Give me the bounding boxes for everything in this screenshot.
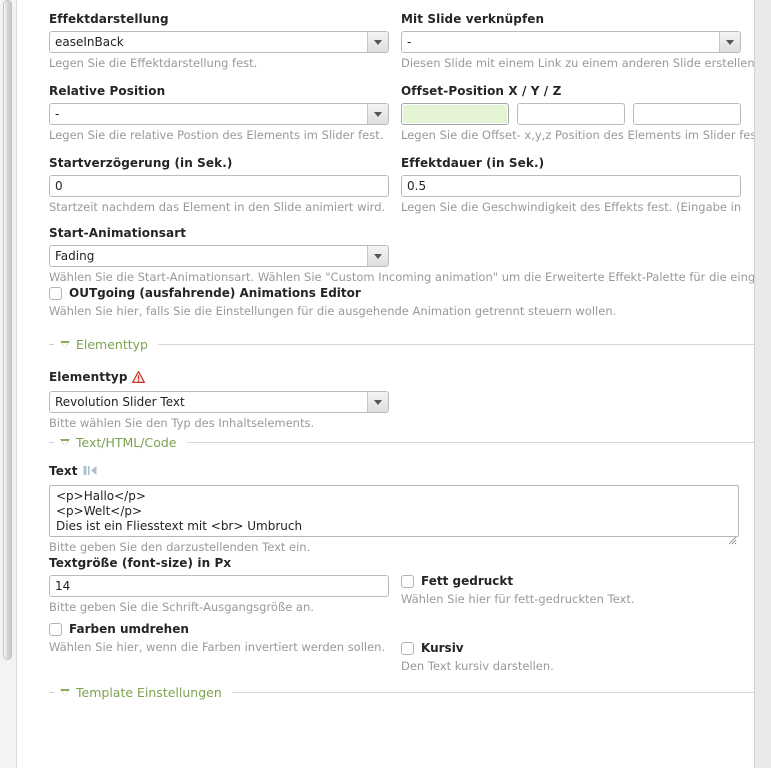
- chevron-down-icon[interactable]: [60, 688, 70, 696]
- field-element-type: Elementtyp Revolution Slider Text Bitte …: [49, 370, 389, 430]
- text-content-label: Text: [49, 464, 739, 481]
- chevron-down-icon[interactable]: [367, 32, 388, 52]
- effect-style-label: Effektdarstellung: [49, 12, 169, 26]
- element-type-select[interactable]: Revolution Slider Text: [49, 391, 389, 413]
- offset-x-input[interactable]: [401, 103, 509, 125]
- relative-position-select[interactable]: -: [49, 103, 389, 125]
- vertical-scrollbar-thumb[interactable]: [3, 0, 12, 660]
- bold-hint: Wählen Sie hier für fett-gedruckten Text…: [401, 592, 635, 606]
- legend-divider: [158, 343, 754, 345]
- effect-style-select[interactable]: easeInBack: [49, 31, 389, 53]
- chevron-down-icon[interactable]: [719, 32, 740, 52]
- font-size-input[interactable]: [49, 575, 389, 597]
- start-animation-select[interactable]: Fading: [49, 245, 389, 267]
- field-italic: Kursiv Den Text kursiv darstellen.: [401, 641, 741, 673]
- field-offset-position: Offset-Position X / Y / Z Legen Sie die …: [401, 84, 755, 142]
- italic-checkbox-row[interactable]: Kursiv: [401, 641, 741, 656]
- offset-position-inputs: [401, 103, 741, 125]
- field-effect-duration: Effektdauer (in Sek.) Legen Sie die Gesc…: [401, 156, 741, 214]
- field-font-size: Textgröße (font-size) in Px Bitte geben …: [49, 556, 389, 614]
- offset-position-label: Offset-Position X / Y / Z: [401, 84, 562, 98]
- vertical-scrollbar-track[interactable]: [0, 0, 17, 768]
- italic-hint: Den Text kursiv darstellen.: [401, 659, 554, 673]
- start-animation-hint: Wählen Sie die Start-Animationsart. Wähl…: [49, 270, 755, 284]
- section-template-settings-label: Template Einstellungen: [76, 684, 222, 700]
- section-template-settings-header[interactable]: Template Einstellungen: [49, 684, 754, 700]
- section-text-html-code-label: Text/HTML/Code: [76, 434, 177, 450]
- section-elementtyp-label: Elementtyp: [76, 336, 148, 352]
- settings-panel: Effektdarstellung easeInBack Legen Sie d…: [17, 0, 755, 768]
- legend-dash: [49, 343, 54, 345]
- relative-position-value: -: [55, 107, 60, 121]
- section-text-html-code-header[interactable]: Text/HTML/Code: [49, 434, 754, 450]
- chevron-down-icon[interactable]: [367, 246, 388, 266]
- start-delay-label: Startverzögerung (in Sek.): [49, 156, 233, 170]
- bold-checkbox-row[interactable]: Fett gedruckt: [401, 574, 741, 589]
- relative-position-hint: Legen Sie die relative Postion des Eleme…: [49, 128, 384, 142]
- right-gutter: [756, 0, 771, 768]
- field-text-content: Text <p>Hallo</p> <p>Welt</p> Dies ist e…: [49, 464, 739, 554]
- field-start-delay: Startverzögerung (in Sek.) Startzeit nac…: [49, 156, 389, 214]
- start-delay-hint: Startzeit nachdem das Element in den Sli…: [49, 200, 386, 214]
- chevron-down-icon[interactable]: [367, 104, 388, 124]
- element-type-label: Elementtyp: [49, 370, 389, 387]
- application-frame: Effektdarstellung easeInBack Legen Sie d…: [0, 0, 771, 768]
- warning-triangle-icon: [131, 371, 145, 387]
- element-type-hint: Bitte wählen Sie den Typ des Inhaltselem…: [49, 416, 315, 430]
- invert-colors-hint: Wählen Sie hier, wenn die Farben inverti…: [49, 640, 386, 654]
- effect-duration-hint: Legen Sie die Geschwindigkeit des Effekt…: [401, 200, 742, 214]
- effect-duration-input[interactable]: [401, 175, 741, 197]
- legend-dash: [49, 441, 54, 443]
- link-slide-value: -: [407, 35, 412, 49]
- effect-style-value: easeInBack: [55, 35, 124, 49]
- legend-divider: [231, 691, 754, 693]
- field-outgoing-editor: OUTgoing (ausfahrende) Animations Editor…: [49, 286, 749, 318]
- offset-z-input[interactable]: [633, 103, 741, 125]
- legend-divider: [186, 441, 754, 443]
- text-content-label-text: Text: [49, 464, 78, 478]
- chevron-down-icon[interactable]: [60, 340, 70, 348]
- chevron-down-icon[interactable]: [367, 392, 388, 412]
- add-media-icon[interactable]: [83, 465, 97, 481]
- outgoing-editor-hint: Wählen Sie hier, falls Sie die Einstellu…: [49, 304, 617, 318]
- link-slide-select[interactable]: -: [401, 31, 741, 53]
- field-bold: Fett gedruckt Wählen Sie hier für fett-g…: [401, 574, 741, 606]
- relative-position-label: Relative Position: [49, 84, 166, 98]
- italic-label: Kursiv: [421, 641, 464, 655]
- chevron-down-icon[interactable]: [60, 438, 70, 446]
- bold-label: Fett gedruckt: [421, 574, 514, 588]
- field-relative-position: Relative Position - Legen Sie die relati…: [49, 84, 389, 142]
- field-invert-colors: Farben umdrehen Wählen Sie hier, wenn di…: [49, 622, 389, 654]
- settings-form: Effektdarstellung easeInBack Legen Sie d…: [17, 0, 755, 706]
- font-size-hint: Bitte geben Sie die Schrift-Ausgangsgröß…: [49, 600, 314, 614]
- start-delay-input[interactable]: [49, 175, 389, 197]
- link-slide-label: Mit Slide verknüpfen: [401, 12, 545, 26]
- field-start-animation: Start-Animationsart Fading Wählen Sie di…: [49, 226, 754, 284]
- element-type-value: Revolution Slider Text: [55, 395, 185, 409]
- invert-colors-label: Farben umdrehen: [69, 622, 189, 636]
- legend-dash: [49, 691, 54, 693]
- bold-checkbox[interactable]: [401, 575, 414, 588]
- offset-position-hint: Legen Sie die Offset- x,y,z Position des…: [401, 128, 755, 142]
- font-size-label: Textgröße (font-size) in Px: [49, 556, 232, 570]
- field-effect-style: Effektdarstellung easeInBack Legen Sie d…: [49, 12, 389, 70]
- effect-duration-label: Effektdauer (in Sek.): [401, 156, 545, 170]
- outgoing-editor-checkbox[interactable]: [49, 287, 62, 300]
- effect-style-hint: Legen Sie die Effektdarstellung fest.: [49, 56, 258, 70]
- invert-colors-checkbox-row[interactable]: Farben umdrehen: [49, 622, 389, 637]
- outgoing-editor-label: OUTgoing (ausfahrende) Animations Editor: [69, 286, 361, 300]
- link-slide-hint: Diesen Slide mit einem Link zu einem and…: [401, 56, 755, 70]
- field-link-slide: Mit Slide verknüpfen - Diesen Slide mit …: [401, 12, 755, 70]
- invert-colors-checkbox[interactable]: [49, 623, 62, 636]
- section-elementtyp-header[interactable]: Elementtyp: [49, 336, 754, 352]
- element-type-label-text: Elementtyp: [49, 370, 128, 384]
- text-content-textarea[interactable]: <p>Hallo</p> <p>Welt</p> Dies ist ein Fl…: [49, 485, 739, 537]
- outgoing-editor-checkbox-row[interactable]: OUTgoing (ausfahrende) Animations Editor: [49, 286, 749, 301]
- offset-y-input[interactable]: [517, 103, 625, 125]
- start-animation-label: Start-Animationsart: [49, 226, 187, 240]
- start-animation-value: Fading: [55, 249, 95, 263]
- italic-checkbox[interactable]: [401, 642, 414, 655]
